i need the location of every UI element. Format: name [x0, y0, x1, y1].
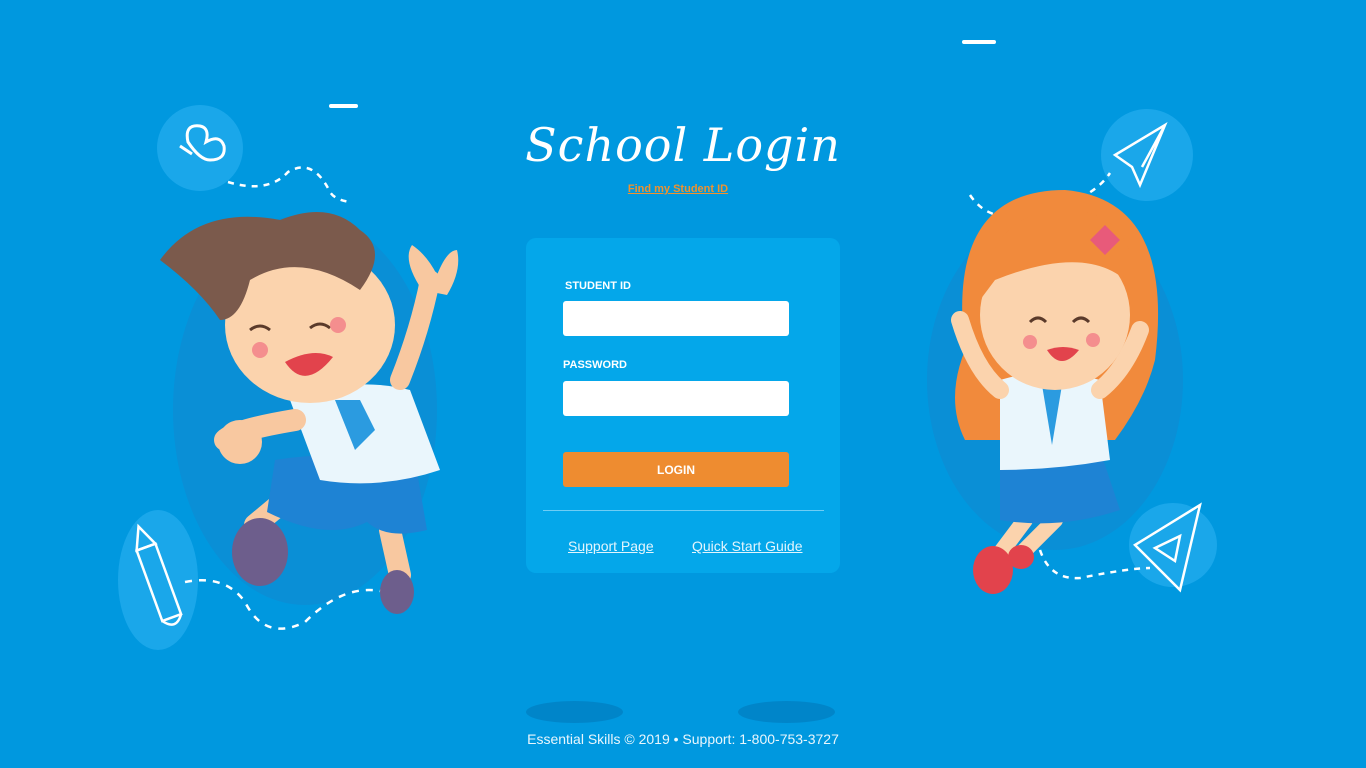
page-title: School Login	[525, 118, 841, 172]
password-label: PASSWORD	[563, 359, 627, 371]
student-id-input[interactable]	[563, 301, 789, 336]
quick-start-guide-link[interactable]: Quick Start Guide	[692, 538, 803, 554]
dash-decoration	[962, 40, 996, 44]
password-input[interactable]	[563, 381, 789, 416]
boy-illustration	[118, 105, 459, 650]
login-card: STUDENT ID PASSWORD LOGIN Support Page Q…	[526, 238, 840, 573]
shadow-decoration	[526, 701, 623, 723]
support-page-link[interactable]: Support Page	[568, 538, 654, 554]
student-id-label: STUDENT ID	[565, 280, 631, 292]
divider	[543, 510, 824, 511]
footer-text: Essential Skills © 2019 • Support: 1-800…	[527, 731, 839, 747]
login-button[interactable]: LOGIN	[563, 452, 789, 487]
shadow-decoration	[738, 701, 835, 723]
girl-illustration	[927, 109, 1217, 594]
find-student-id-link[interactable]: Find my Student ID	[583, 183, 773, 195]
